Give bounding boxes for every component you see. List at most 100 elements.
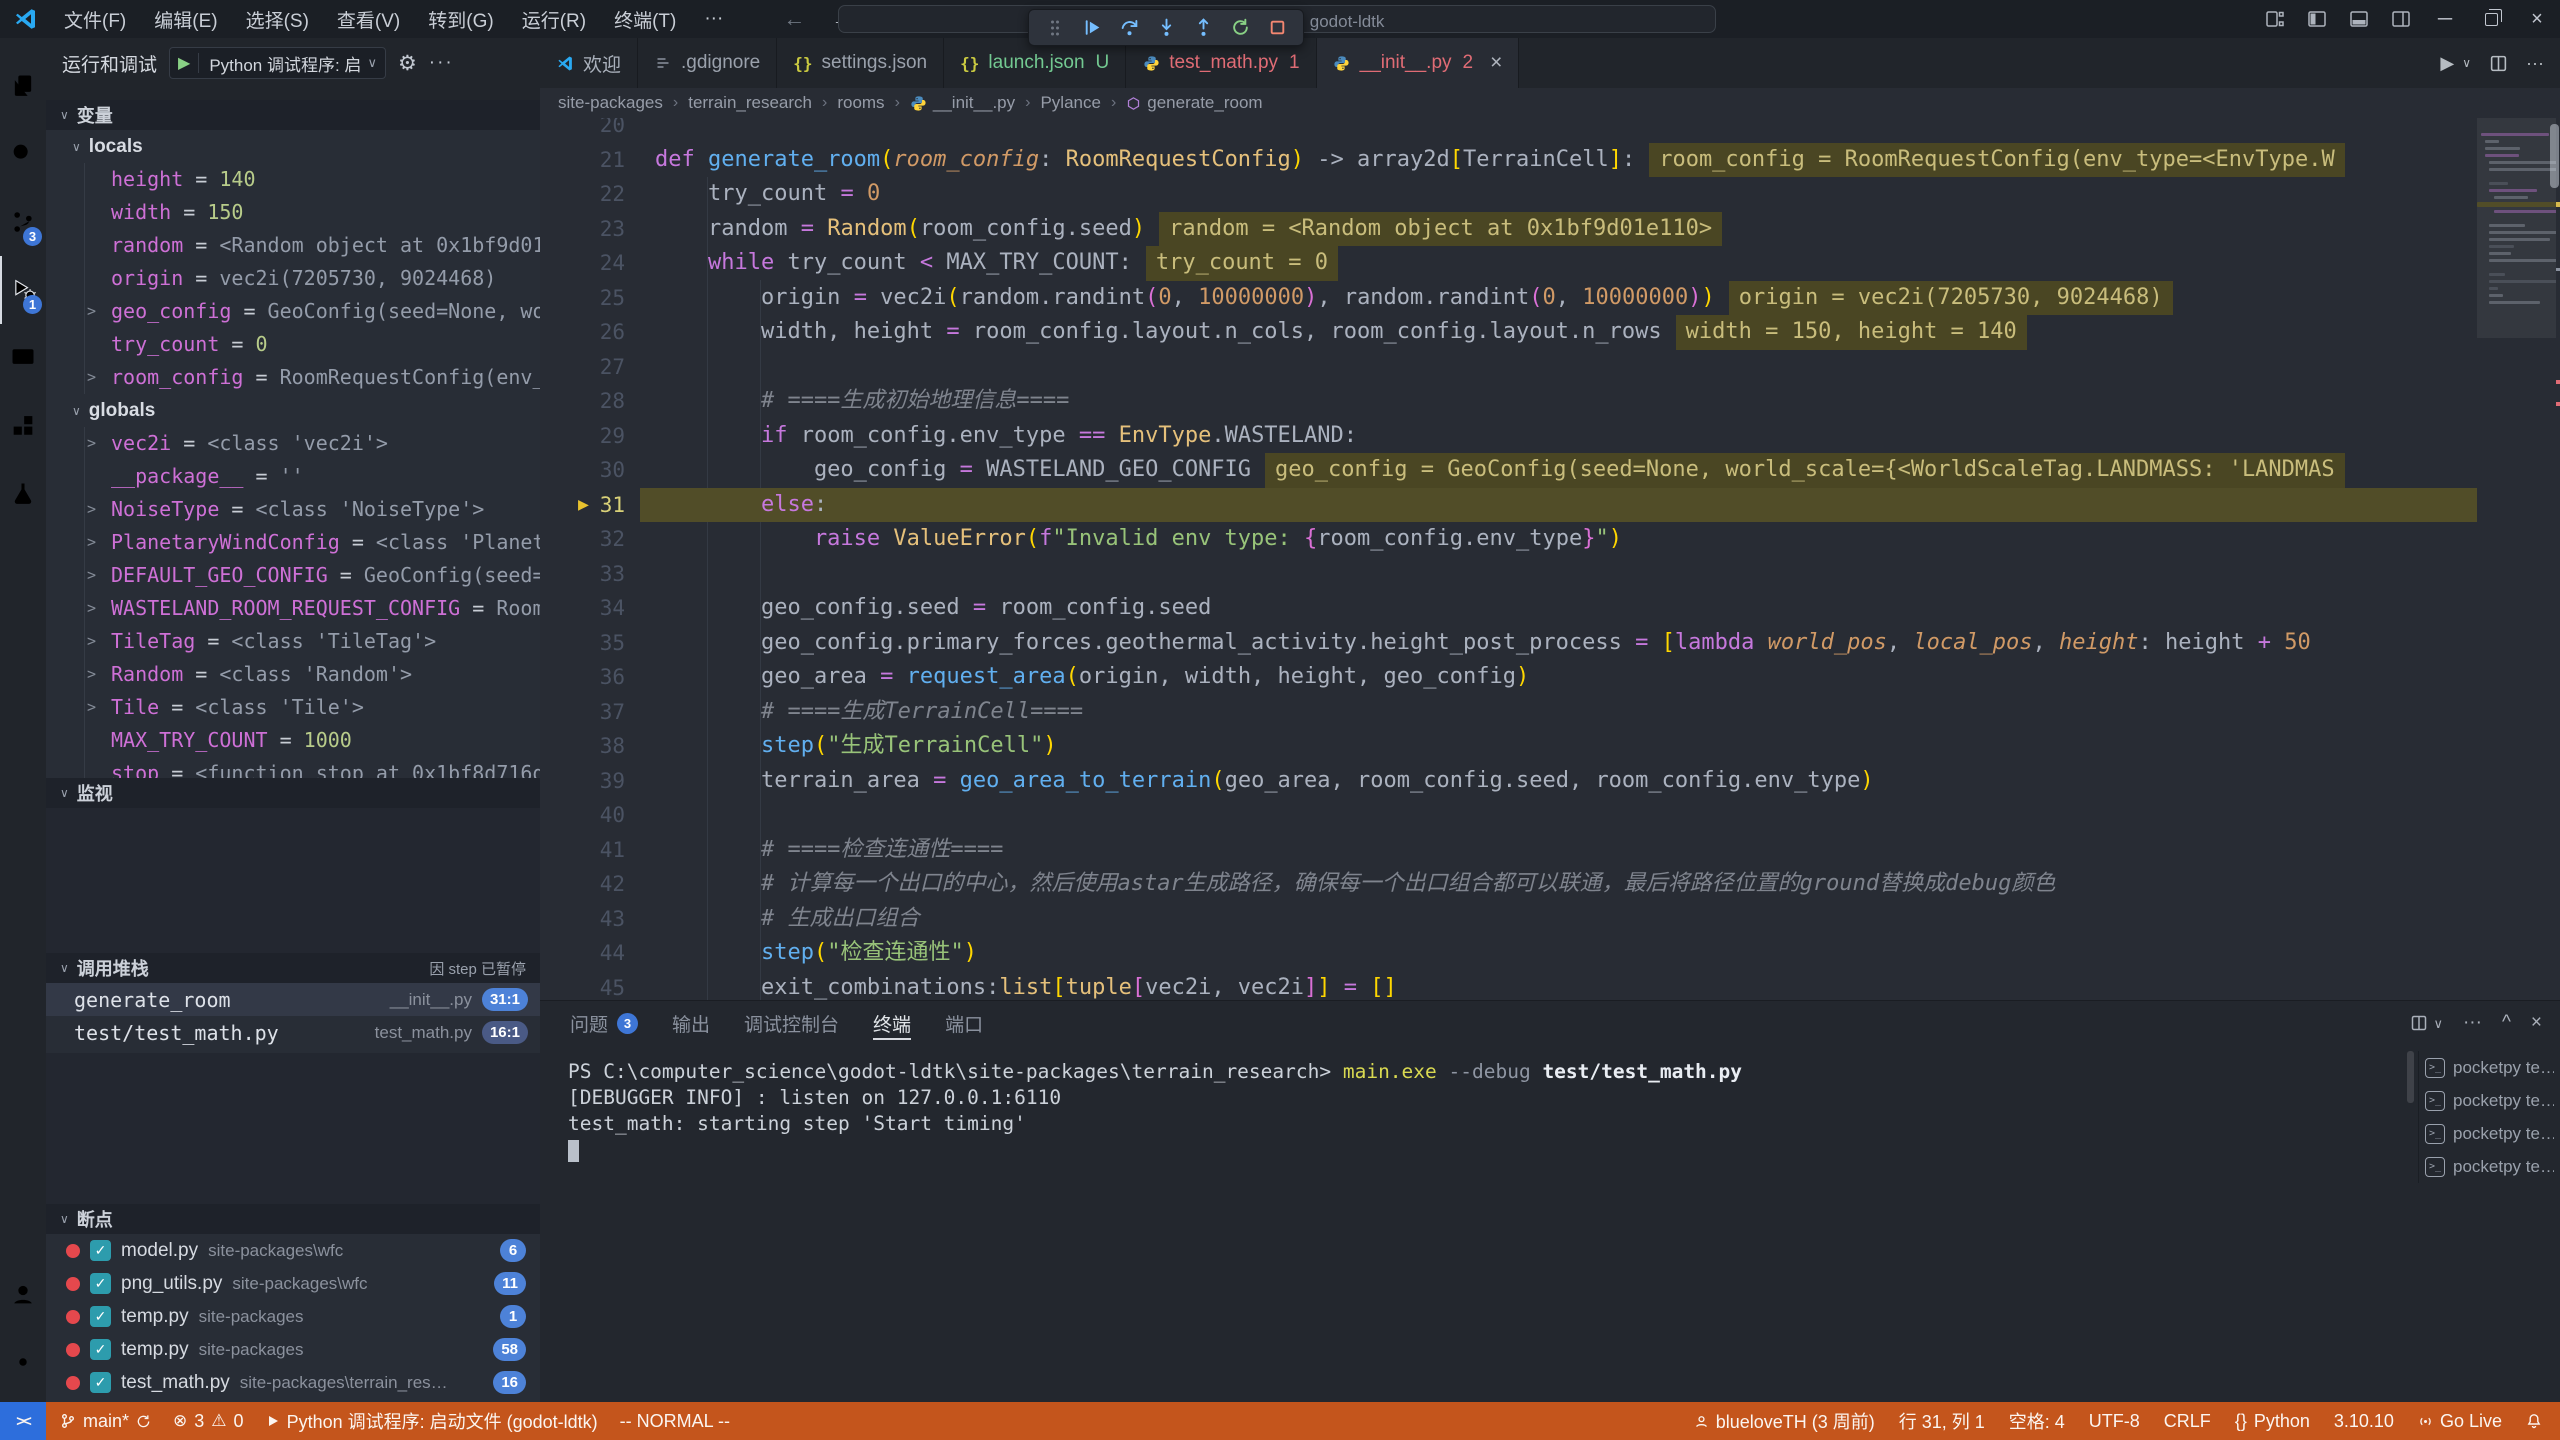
- variable-row[interactable]: >vec2i = <class 'vec2i'>: [85, 427, 540, 460]
- debug-settings-gear-icon[interactable]: ⚙: [398, 51, 417, 76]
- variables-scope-locals[interactable]: ∨locals: [46, 130, 540, 163]
- back-arrow-icon[interactable]: ←: [783, 6, 805, 32]
- menu-item[interactable]: 转到(G): [416, 2, 505, 37]
- language-mode[interactable]: {} Python: [2235, 1411, 2310, 1432]
- variable-row[interactable]: >PlanetaryWindConfig = <class 'Planeta…: [85, 526, 540, 559]
- menu-item[interactable]: 编辑(E): [142, 2, 229, 37]
- debug-stop-icon[interactable]: [1263, 14, 1291, 42]
- code-line-40[interactable]: 40: [540, 798, 2560, 833]
- run-python-file-button[interactable]: ▶: [2440, 53, 2454, 74]
- split-editor-icon[interactable]: [2489, 54, 2508, 73]
- code-line-41[interactable]: 41 # ====检查连通性====: [540, 833, 2560, 868]
- code-line-43[interactable]: 43 # 生成出口组合: [540, 902, 2560, 937]
- python-version[interactable]: 3.10.10: [2334, 1411, 2394, 1432]
- notifications-bell-icon[interactable]: [2526, 1413, 2542, 1429]
- breadcrumb-item[interactable]: __init__.py: [910, 93, 1015, 113]
- go-live-button[interactable]: Go Live: [2418, 1411, 2502, 1432]
- sidebar-item-testing[interactable]: [0, 460, 46, 528]
- variable-row[interactable]: >DEFAULT_GEO_CONFIG = GeoConfig(seed=1…: [85, 559, 540, 592]
- code-line-35[interactable]: 35 geo_config.primary_forces.geothermal_…: [540, 626, 2560, 661]
- cursor-position[interactable]: 行 31, 列 1: [1899, 1408, 1985, 1434]
- menu-item[interactable]: 终端(T): [602, 2, 688, 37]
- code-line-36[interactable]: 36 geo_area = request_area(origin, width…: [540, 660, 2560, 695]
- sidebar-item-extensions[interactable]: [0, 392, 46, 460]
- tab-settings.json[interactable]: {}settings.json: [777, 38, 944, 88]
- variable-row[interactable]: >Random = <class 'Random'>: [85, 658, 540, 691]
- breakpoint-row[interactable]: ✓temp.pysite-packages1: [46, 1300, 540, 1333]
- panel-tab-端口[interactable]: 端口: [945, 1001, 983, 1045]
- tab-.gdignore[interactable]: .gdignore: [638, 38, 777, 88]
- variable-row[interactable]: >room_config = RoomRequestConfig(env_t…: [85, 361, 540, 394]
- terminal-session-item[interactable]: >_pocketpy te…: [2425, 1150, 2554, 1183]
- variable-row[interactable]: width = 150: [85, 196, 540, 229]
- code-line-32[interactable]: 32 raise ValueError(f"Invalid env type: …: [540, 522, 2560, 557]
- menu-item[interactable]: 查看(V): [325, 2, 412, 37]
- code-line-26[interactable]: 26 width, height = room_config.layout.n_…: [540, 315, 2560, 350]
- debug-restart-icon[interactable]: [1226, 14, 1254, 42]
- terminal-output[interactable]: PS C:\computer_science\godot-ldtk\site-p…: [568, 1059, 2400, 1163]
- breadcrumb-item[interactable]: terrain_research: [688, 93, 812, 113]
- encoding-setting[interactable]: UTF-8: [2089, 1411, 2140, 1432]
- start-debug-icon[interactable]: ▶: [170, 53, 199, 73]
- code-line-25[interactable]: 25 origin = vec2i(random.randint(0, 1000…: [540, 281, 2560, 316]
- call-stack-section-header[interactable]: ∨ 调用堆栈 因 step 已暂停: [46, 953, 540, 983]
- more-actions-icon[interactable]: ···: [429, 52, 454, 74]
- run-options-chevron-icon[interactable]: ∨: [2462, 56, 2471, 70]
- breadcrumb-item[interactable]: Pylance: [1040, 93, 1100, 113]
- minimize-button[interactable]: ─: [2422, 0, 2468, 38]
- problems-status[interactable]: ⊗ 3 ⚠ 0: [173, 1411, 244, 1432]
- code-line-20[interactable]: 20: [540, 118, 2560, 143]
- code-line-31[interactable]: ▶31 else:: [540, 488, 2560, 523]
- breakpoint-row[interactable]: ✓test_math.pysite-packages\terrain_res…1…: [46, 1366, 540, 1399]
- close-window-button[interactable]: ×: [2514, 0, 2560, 38]
- panel-tab-调试控制台[interactable]: 调试控制台: [744, 1001, 839, 1045]
- toggle-panel-icon[interactable]: [2338, 0, 2380, 38]
- code-line-33[interactable]: 33: [540, 557, 2560, 592]
- variable-row[interactable]: random = <Random object at 0x1bf9d01e…: [85, 229, 540, 262]
- code-line-23[interactable]: 23 random = Random(room_config.seed)rand…: [540, 212, 2560, 247]
- editor-more-actions-icon[interactable]: ···: [2526, 53, 2544, 74]
- breadcrumb-item[interactable]: site-packages: [558, 93, 663, 113]
- indentation-setting[interactable]: 空格: 4: [2009, 1408, 2065, 1434]
- debug-step-out-icon[interactable]: [1189, 14, 1217, 42]
- variable-row[interactable]: >WASTELAND_ROOM_REQUEST_CONFIG = RoomR…: [85, 592, 540, 625]
- tab-__init__.py[interactable]: __init__.py2×: [1317, 38, 1520, 88]
- terminal-session-item[interactable]: >_pocketpy te…: [2425, 1084, 2554, 1117]
- settings-button[interactable]: [0, 1328, 46, 1396]
- debug-step-over-icon[interactable]: [1115, 14, 1143, 42]
- checkbox-checked-icon[interactable]: ✓: [90, 1240, 111, 1261]
- code-line-39[interactable]: 39 terrain_area = geo_area_to_terrain(ge…: [540, 764, 2560, 799]
- breadcrumb-item[interactable]: generate_room: [1126, 93, 1262, 113]
- code-line-45[interactable]: 45 exit_combinations:list[tuple[vec2i, v…: [540, 971, 2560, 1001]
- variable-row[interactable]: height = 140: [85, 163, 540, 196]
- tab-欢迎[interactable]: 欢迎: [540, 38, 638, 88]
- terminal-session-item[interactable]: >_pocketpy te…: [2425, 1117, 2554, 1150]
- code-line-24[interactable]: 24 while try_count < MAX_TRY_COUNT:try_c…: [540, 246, 2560, 281]
- toggle-sidebar-icon[interactable]: [2296, 0, 2338, 38]
- terminal-session-item[interactable]: >_pocketpy te…: [2425, 1051, 2554, 1084]
- checkbox-checked-icon[interactable]: ✓: [90, 1372, 111, 1393]
- sidebar-item-remote-explorer[interactable]: [0, 324, 46, 392]
- maximize-panel-icon[interactable]: ^: [2502, 1012, 2511, 1034]
- debug-config-dropdown[interactable]: ▶ Python 调试程序: 启 ∨: [169, 47, 386, 79]
- sidebar-item-explorer[interactable]: [0, 52, 46, 120]
- customize-layout-icon[interactable]: [2254, 0, 2296, 38]
- editor-scrollbar[interactable]: [2550, 124, 2559, 188]
- checkbox-checked-icon[interactable]: ✓: [90, 1306, 111, 1327]
- breadcrumb-item[interactable]: rooms: [837, 93, 884, 113]
- variable-row[interactable]: origin = vec2i(7205730, 9024468): [85, 262, 540, 295]
- code-line-42[interactable]: 42 # 计算每一个出口的中心，然后使用astar生成路径，确保每一个出口组合都…: [540, 867, 2560, 902]
- variables-section-header[interactable]: ∨ 变量: [46, 100, 540, 130]
- code-line-21[interactable]: 21def generate_room(room_config: RoomReq…: [540, 143, 2560, 178]
- terminal-scrollbar[interactable]: [2407, 1051, 2414, 1103]
- checkbox-checked-icon[interactable]: ✓: [90, 1339, 111, 1360]
- panel-more-actions-icon[interactable]: ···: [2463, 1012, 2482, 1034]
- code-line-28[interactable]: 28 # ====生成初始地理信息====: [540, 384, 2560, 419]
- debug-step-into-icon[interactable]: [1152, 14, 1180, 42]
- gitlens-author[interactable]: blueloveTH (3 周前): [1694, 1408, 1875, 1434]
- watch-section-header[interactable]: ∨ 监视: [46, 778, 540, 808]
- account-button[interactable]: [0, 1260, 46, 1328]
- close-panel-icon[interactable]: ×: [2531, 1012, 2542, 1034]
- menu-item[interactable]: 选择(S): [234, 2, 321, 37]
- breakpoint-row[interactable]: ✓png_utils.pysite-packages\wfc11: [46, 1267, 540, 1300]
